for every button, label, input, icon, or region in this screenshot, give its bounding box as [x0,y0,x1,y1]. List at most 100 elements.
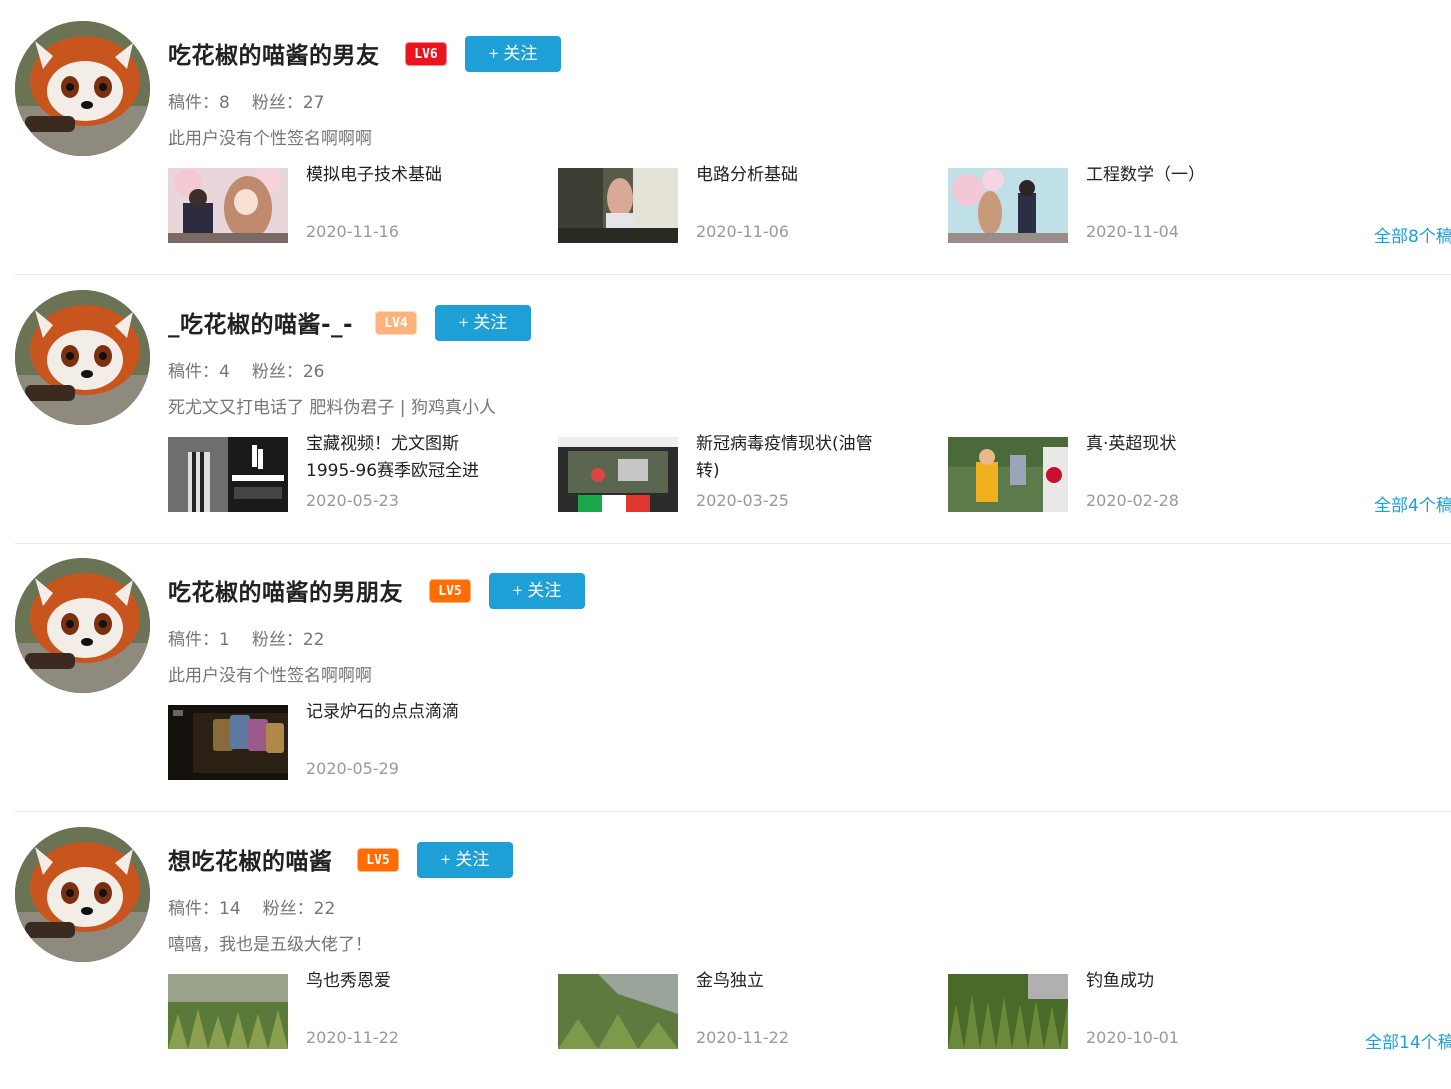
username[interactable]: _吃花椒的喵酱-_- [168,305,353,339]
avatar[interactable] [15,558,150,693]
user-card: 吃花椒的喵酱的男友 LV6 + 关注 稿件：8 粉丝：27 此用户没有个性签名啊啊… [15,15,1451,283]
fans-label: 粉丝： [251,93,303,113]
all-posts-link[interactable]: 全部8个稿件 [1374,222,1451,247]
fans-count: 26 [302,362,325,382]
username[interactable]: 想吃花椒的喵酱 [168,842,333,876]
video-date: 2020-11-06 [696,222,789,241]
video-date: 2020-03-25 [696,491,789,510]
red-panda-avatar-icon [15,21,150,156]
football-thumbnail-icon [948,437,1068,512]
posts-count: 8 [219,93,230,113]
fans-count: 27 [302,93,325,113]
video-date: 2020-05-23 [306,491,399,510]
hearthstone-thumbnail-icon [168,705,288,780]
video-thumbnail[interactable] [168,437,288,512]
user-stats: 稿件：8 粉丝：27 [168,88,324,113]
follow-button[interactable]: + 关注 [417,842,513,878]
posts-label: 稿件： [168,630,219,650]
avatar[interactable] [15,827,150,962]
posts-count: 14 [219,899,241,919]
video-item[interactable]: 鸟也秀恩爱 2020-11-22 [168,968,548,1049]
video-thumbnail[interactable] [948,974,1068,1049]
video-title[interactable]: 记录炉石的点点滴滴 [306,699,506,726]
video-thumbnail[interactable] [168,974,288,1049]
video-title[interactable]: 模拟电子技术基础 [306,162,506,189]
video-date: 2020-11-16 [306,222,399,241]
red-panda-avatar-icon [15,558,150,693]
signature: 此用户没有个性签名啊啊啊 [168,666,372,686]
video-date: 2020-11-22 [696,1028,789,1047]
video-item[interactable]: 新冠病毒疫情现状(油管转) 2020-03-25 [558,431,938,512]
video-title[interactable]: 真·英超现状 [1086,431,1286,458]
video-title[interactable]: 电路分析基础 [696,162,896,189]
user-card: 想吃花椒的喵酱 LV5 + 关注 稿件：14 粉丝：22 嘻嘻，我也是五级大佬了！… [15,821,1451,1089]
follow-button[interactable]: + 关注 [435,305,531,341]
posts-count: 4 [219,362,230,382]
signature: 嘻嘻，我也是五级大佬了！ [168,935,372,955]
grass-thumbnail-icon [168,974,288,1049]
signature: 此用户没有个性签名啊啊啊 [168,129,372,149]
all-posts-link[interactable]: 全部14个稿件 [1365,1028,1451,1053]
video-thumbnail[interactable] [558,437,678,512]
level-badge: LV6 [405,42,447,66]
video-item[interactable]: 模拟电子技术基础 2020-11-16 [168,162,548,243]
video-thumbnail[interactable] [168,705,288,780]
avatar[interactable] [15,21,150,156]
video-title[interactable]: 新冠病毒疫情现状(油管转) [696,431,896,485]
anime-thumbnail-icon [558,168,678,243]
fans-count: 22 [313,899,336,919]
video-date: 2020-11-22 [306,1028,399,1047]
video-title[interactable]: 宝藏视频！尤文图斯1995-96赛季欧冠全进 [306,431,506,485]
news-thumbnail-icon [558,437,678,512]
posts-label: 稿件： [168,899,219,919]
video-thumbnail[interactable] [168,168,288,243]
football-thumbnail-icon [168,437,288,512]
fans-label: 粉丝： [251,630,303,650]
follow-button[interactable]: + 关注 [465,36,561,72]
video-thumbnail[interactable] [948,168,1068,243]
anime-thumbnail-icon [948,168,1068,243]
anime-thumbnail-icon [168,168,288,243]
posts-label: 稿件： [168,93,219,113]
signature: 死尤文又打电话了 肥料伪君子 | 狗鸡真小人 [168,398,496,418]
red-panda-avatar-icon [15,827,150,962]
posts-label: 稿件： [168,362,219,382]
all-posts-link[interactable]: 全部4个稿件 [1374,491,1451,516]
video-item[interactable]: 钓鱼成功 2020-10-01 [948,968,1328,1049]
video-title[interactable]: 钓鱼成功 [1086,968,1286,995]
video-title[interactable]: 鸟也秀恩爱 [306,968,506,995]
video-item[interactable]: 宝藏视频！尤文图斯1995-96赛季欧冠全进 2020-05-23 [168,431,548,512]
grass-thumbnail-icon [948,974,1068,1049]
level-badge: LV5 [357,848,399,872]
fans-label: 粉丝： [251,362,303,382]
red-panda-avatar-icon [15,290,150,425]
fans-label: 粉丝： [262,899,314,919]
user-card: _吃花椒的喵酱-_- LV4 + 关注 稿件：4 粉丝：26 死尤文又打电话了 肥… [15,284,1451,552]
video-thumbnail[interactable] [558,168,678,243]
video-date: 2020-05-29 [306,759,399,778]
fans-count: 22 [302,630,325,650]
video-title[interactable]: 工程数学（一） [1086,162,1286,189]
video-item[interactable]: 记录炉石的点点滴滴 2020-05-29 [168,699,548,780]
username[interactable]: 吃花椒的喵酱的男朋友 [168,573,403,607]
video-thumbnail[interactable] [558,974,678,1049]
level-badge: LV5 [429,579,471,603]
user-card: 吃花椒的喵酱的男朋友 LV5 + 关注 稿件：1 粉丝：22 此用户没有个性签名啊… [15,552,1451,820]
video-date: 2020-02-28 [1086,491,1179,510]
video-date: 2020-10-01 [1086,1028,1179,1047]
username[interactable]: 吃花椒的喵酱的男友 [168,36,380,70]
video-item[interactable]: 电路分析基础 2020-11-06 [558,162,938,243]
level-badge: LV4 [375,311,417,335]
follow-button[interactable]: + 关注 [489,573,585,609]
avatar[interactable] [15,290,150,425]
video-item[interactable]: 金鸟独立 2020-11-22 [558,968,938,1049]
video-item[interactable]: 真·英超现状 2020-02-28 [948,431,1328,512]
user-stats: 稿件：14 粉丝：22 [168,894,335,919]
user-stats: 稿件：4 粉丝：26 [168,357,324,382]
river-thumbnail-icon [558,974,678,1049]
video-item[interactable]: 工程数学（一） 2020-11-04 [948,162,1328,243]
video-date: 2020-11-04 [1086,222,1179,241]
video-thumbnail[interactable] [948,437,1068,512]
posts-count: 1 [219,630,230,650]
video-title[interactable]: 金鸟独立 [696,968,896,995]
